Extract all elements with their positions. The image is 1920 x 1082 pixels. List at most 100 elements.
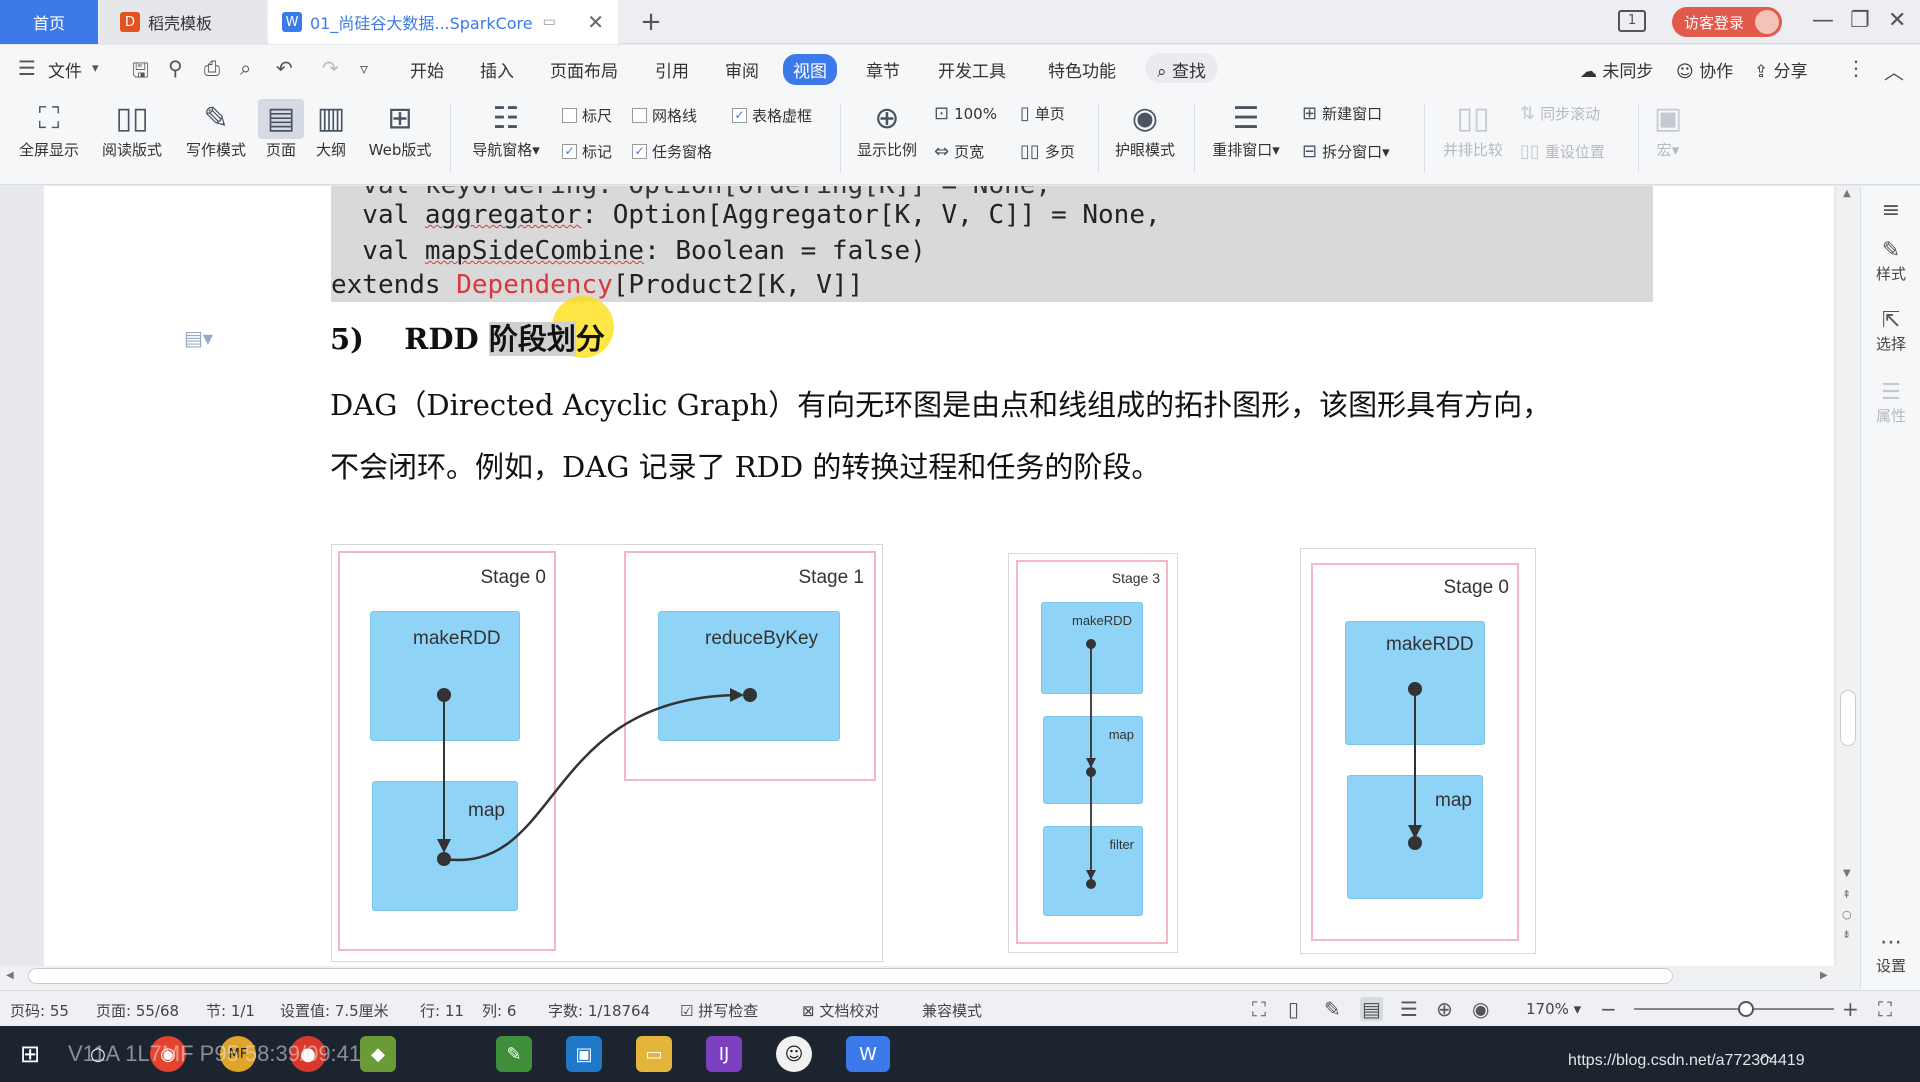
app-green-icon[interactable]: ◆ <box>360 1036 396 1072</box>
select-panel-button[interactable]: ⇱ 选择 <box>1861 308 1920 354</box>
settings-panel-button[interactable]: ⋯ 设置 <box>1861 930 1920 976</box>
tab-template[interactable]: D 稻壳模板 <box>100 0 266 44</box>
app-blue-icon[interactable]: ▣ <box>566 1036 602 1072</box>
fullscreen-button[interactable]: ⛶ 全屏显示 <box>14 99 84 160</box>
minimize-icon[interactable]: — <box>1812 8 1834 33</box>
menu-dev-tools[interactable]: 开发工具 <box>938 57 1006 82</box>
next-page-icon[interactable]: ⇟ <box>1842 928 1851 941</box>
new-window-button[interactable]: ⊞ 新建窗口 <box>1302 103 1382 124</box>
menu-view[interactable]: 视图 <box>783 54 837 85</box>
nav-pane-button[interactable]: ☷ 导航窗格▾ <box>464 99 548 160</box>
scroll-down-icon[interactable]: ▼ <box>1843 868 1851 879</box>
status-section[interactable]: 节: 1/1 <box>206 1000 255 1021</box>
zoom-100-button[interactable]: ⊡ 100% <box>934 103 997 124</box>
panel-collapse[interactable]: ≡ <box>1861 198 1920 223</box>
menu-start[interactable]: 开始 <box>410 57 444 82</box>
share-button[interactable]: ⇪ 分享 <box>1754 57 1808 82</box>
gridlines-checkbox[interactable]: 网格线 <box>632 105 697 126</box>
status-setting-value[interactable]: 设置值: 7.5厘米 <box>280 1000 389 1021</box>
ruler-checkbox[interactable]: 标尺 <box>562 105 612 126</box>
web-view-button[interactable]: ⊞ Web版式 <box>362 99 438 160</box>
web-icon[interactable]: ⊕ <box>1436 997 1453 1021</box>
vertical-scrollbar[interactable]: ▲ ▼ ⇞ ○ ⇟ <box>1836 186 1860 966</box>
login-button[interactable]: 访客登录 <box>1672 7 1782 37</box>
outline-view-button[interactable]: ▥ 大纲 <box>310 99 352 160</box>
document-page[interactable]: val keyOrdering: Option[Ordering[K]] = N… <box>44 186 1834 966</box>
fullscreen-icon[interactable]: ⛶ <box>1252 997 1266 1021</box>
status-col[interactable]: 列: 6 <box>482 1000 516 1021</box>
restore-icon[interactable]: ❐ <box>1850 8 1870 33</box>
cloud-sync-button[interactable]: ☁ 未同步 <box>1580 57 1653 82</box>
style-panel-button[interactable]: ✎ 样式 <box>1861 238 1920 284</box>
tab-home[interactable]: 首页 <box>0 0 98 44</box>
fit-page-icon[interactable]: ⛶ <box>1878 997 1892 1021</box>
property-panel-button[interactable]: ☰ 属性 <box>1861 380 1920 426</box>
page-width-button[interactable]: ⇔ 页宽 <box>934 141 984 162</box>
macro-button[interactable]: ▣ 宏▾ <box>1648 99 1688 160</box>
zoom-slider[interactable] <box>1634 1008 1834 1010</box>
spell-check-button[interactable]: ☑ 拼写检查 <box>680 1000 758 1021</box>
browse-object-icon[interactable]: ○ <box>1842 908 1852 921</box>
hamburger-menu-icon[interactable]: ☰ <box>18 56 36 80</box>
print-icon[interactable]: ⎙ <box>204 56 220 80</box>
multi-page-button[interactable]: ▯▯ 多页 <box>1020 141 1075 162</box>
more-options-icon[interactable]: ⋮ <box>1846 56 1866 80</box>
print-preview-icon[interactable]: ⌕ <box>240 56 251 80</box>
side-by-side-button[interactable]: ▯▯ 并排比较 <box>1436 99 1510 160</box>
app-smile-icon[interactable]: ☺ <box>776 1036 812 1072</box>
menu-insert[interactable]: 插入 <box>480 57 514 82</box>
zoom-level[interactable]: 170% ▾ <box>1526 1000 1581 1018</box>
redo-icon[interactable]: ↷ <box>322 56 339 80</box>
rearrange-window-button[interactable]: ☰ 重排窗口▾ <box>1204 99 1288 160</box>
zoom-ratio-button[interactable]: ⊕ 显示比例 <box>852 99 922 160</box>
table-grid-checkbox[interactable]: ✓ 表格虚框 <box>732 105 812 126</box>
search-box[interactable]: ⌕ 查找 <box>1145 53 1218 83</box>
writing-mode-icon[interactable]: ✎ <box>1324 997 1341 1021</box>
page-view-button[interactable]: ▤ 页面 <box>258 99 304 160</box>
chevron-down-icon[interactable]: ▾ <box>92 61 99 76</box>
tab-document[interactable]: W 01_尚硅谷大数据...SparkCore ▭ ✕ <box>268 0 618 44</box>
previous-page-icon[interactable]: ⇞ <box>1842 888 1851 901</box>
undo-icon[interactable]: ↶ <box>276 56 293 80</box>
collapse-ribbon-icon[interactable]: ︿ <box>1884 56 1904 85</box>
scroll-left-icon[interactable]: ◀ <box>6 970 14 981</box>
single-page-button[interactable]: ▯ 单页 <box>1020 103 1065 124</box>
reading-mode-icon[interactable]: ▯ <box>1288 997 1299 1021</box>
status-pages[interactable]: 页面: 55/68 <box>96 1000 179 1021</box>
menu-reference[interactable]: 引用 <box>655 57 689 82</box>
menu-file[interactable]: 文件 <box>48 57 82 82</box>
pin-icon[interactable]: ▭ <box>543 14 556 30</box>
menu-review[interactable]: 审阅 <box>725 57 759 82</box>
sync-scroll-button[interactable]: ⇅ 同步滚动 <box>1520 103 1600 124</box>
page-view-icon[interactable]: ▤ <box>1360 997 1383 1021</box>
save-icon[interactable]: 🖫 <box>132 56 149 90</box>
status-row[interactable]: 行: 11 <box>420 1000 464 1021</box>
reset-position-button[interactable]: ▯▯ 重设位置 <box>1520 141 1605 162</box>
collaborate-button[interactable]: ☺ 协作 <box>1676 57 1733 82</box>
eye-mode-button[interactable]: ◉ 护眼模式 <box>1108 99 1182 160</box>
eye-icon[interactable]: ◉ <box>1472 997 1489 1021</box>
zoom-in-icon[interactable]: + <box>1842 997 1859 1021</box>
zoom-slider-handle[interactable] <box>1738 1001 1754 1017</box>
task-pane-checkbox[interactable]: ✓ 任务窗格 <box>632 141 712 162</box>
notepad-icon[interactable]: ✎ <box>496 1036 532 1072</box>
zoom-out-icon[interactable]: − <box>1600 997 1617 1021</box>
customize-quick-access-icon[interactable]: ▿ <box>360 59 368 78</box>
paragraph-marker-icon[interactable]: ▤▾ <box>184 326 213 350</box>
wps-writer-icon[interactable]: W <box>846 1036 890 1072</box>
close-tab-icon[interactable]: ✕ <box>587 10 604 34</box>
scroll-up-icon[interactable]: ▲ <box>1843 188 1851 199</box>
menu-page-layout[interactable]: 页面布局 <box>550 57 618 82</box>
close-window-icon[interactable]: ✕ <box>1888 8 1906 33</box>
status-word-count[interactable]: 字数: 1/18764 <box>548 1000 650 1021</box>
outline-icon[interactable]: ☰ <box>1400 997 1418 1021</box>
marks-checkbox[interactable]: ✓ 标记 <box>562 141 612 162</box>
status-page-number[interactable]: 页码: 55 <box>10 1000 69 1021</box>
windows-start-icon[interactable]: ⊞ <box>12 1036 48 1072</box>
menu-chapter[interactable]: 章节 <box>866 57 900 82</box>
doc-proofread-button[interactable]: ⊠ 文档校对 <box>802 1000 879 1021</box>
reading-mode-button[interactable]: ▯▯ 阅读版式 <box>96 99 168 160</box>
folder-icon[interactable]: ▭ <box>636 1036 672 1072</box>
scroll-right-icon[interactable]: ▶ <box>1820 970 1828 981</box>
intellij-icon[interactable]: IJ <box>706 1036 742 1072</box>
